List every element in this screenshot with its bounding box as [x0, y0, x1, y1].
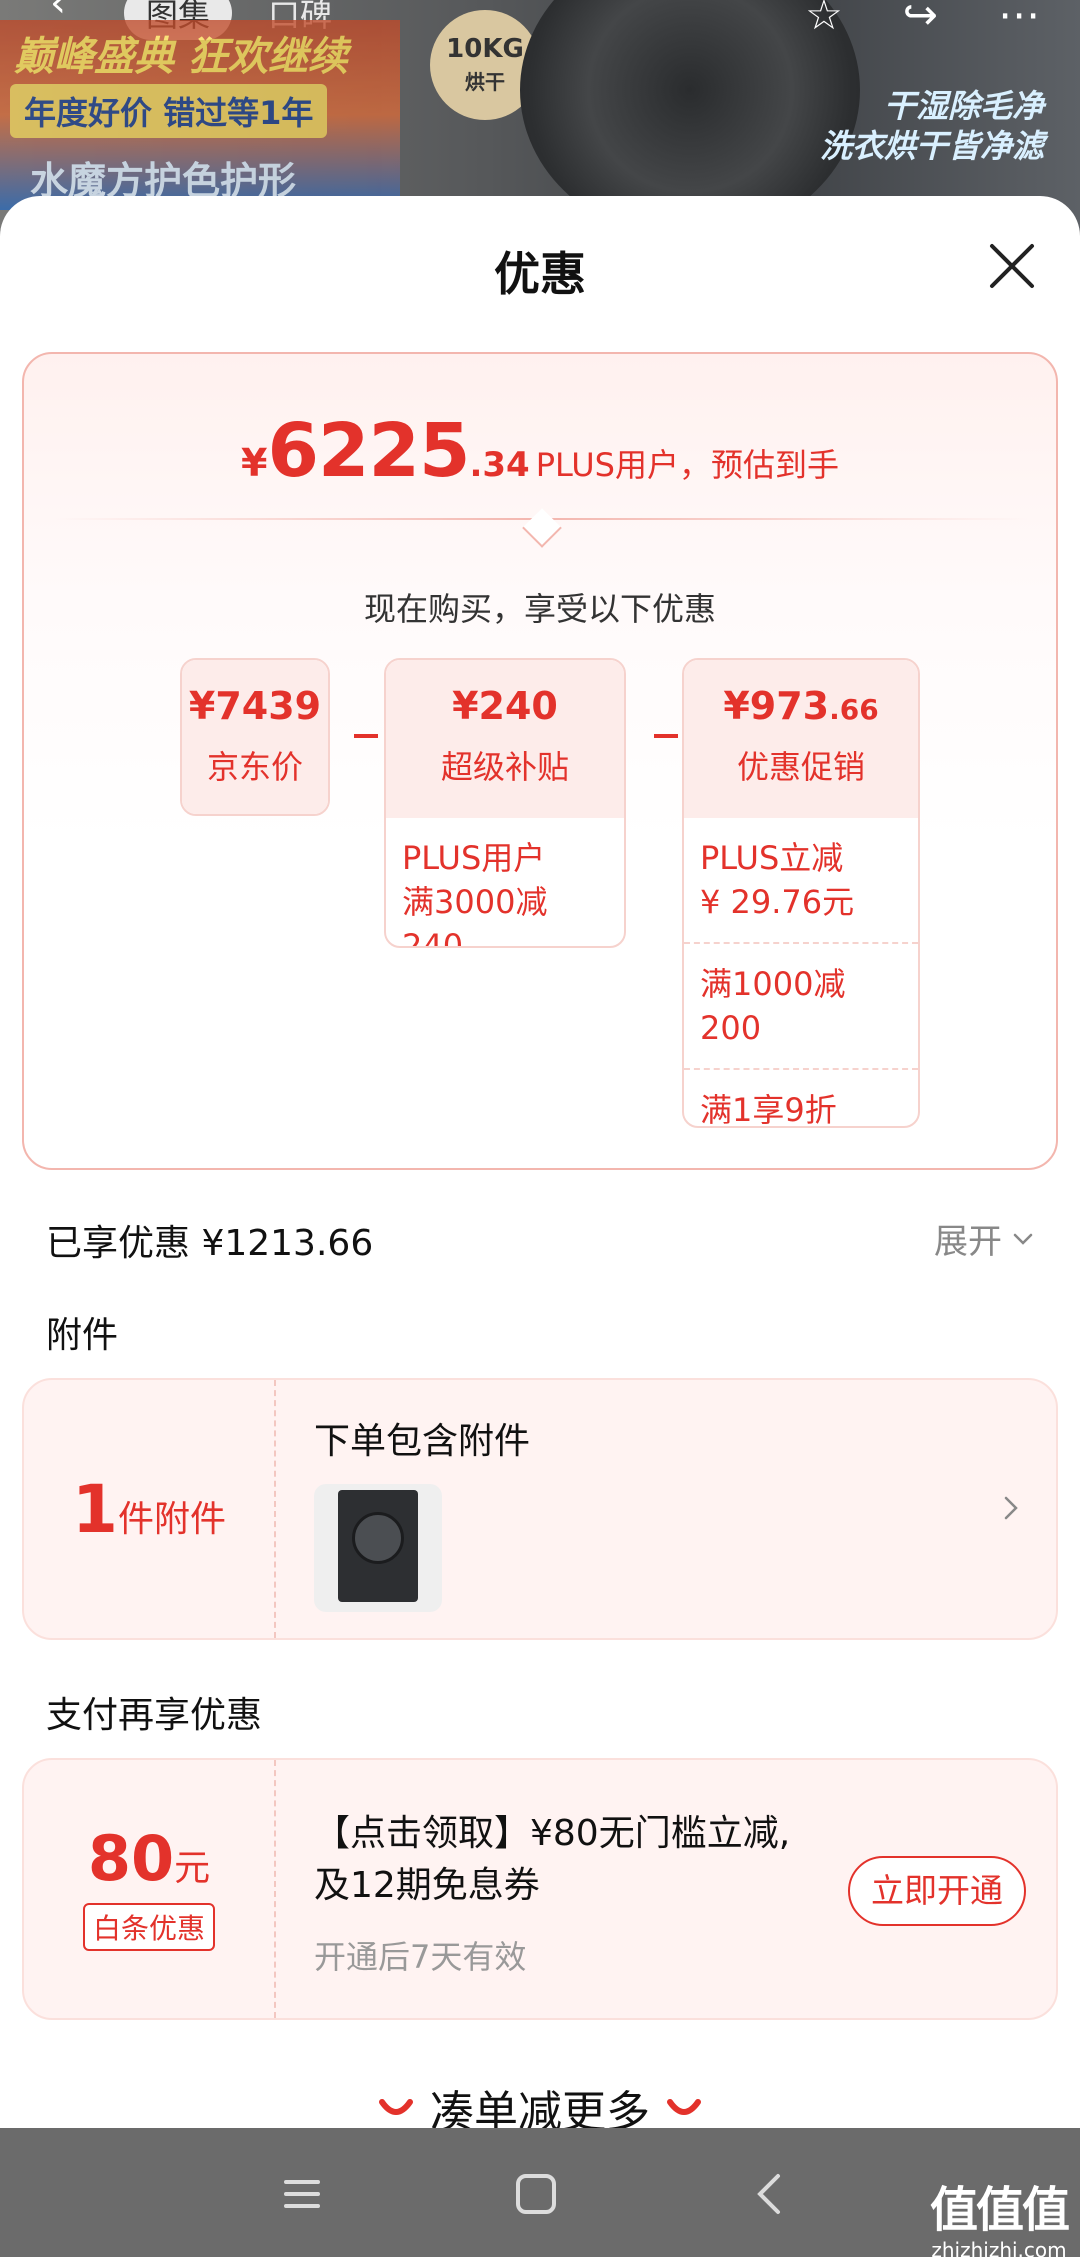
accessory-count-number: 1 [72, 1470, 118, 1548]
promotion-line-3: 满1000减200 [684, 942, 918, 1068]
menu-icon [284, 2180, 320, 2208]
accessory-section-title: 附件 [46, 1315, 119, 1356]
accessory-card[interactable]: 1 件附件 下单包含附件 [22, 1378, 1058, 1640]
chevron-right-icon [1004, 1496, 1018, 1520]
promotion-amount: ¥973.66 [684, 660, 918, 728]
promo-line-2: 年度好价 错过等1年 [10, 84, 328, 138]
discount-sheet: 优惠 ¥6225.34 PLUS用户，预估到手 现在购买，享受以下优惠 ¥7439… [0, 196, 1080, 2128]
promotion-line-2: ¥ 29.76元 [700, 883, 855, 921]
price-decimal: .34 [469, 445, 530, 485]
chevron-down-icon [1013, 1233, 1033, 1245]
promotion-amount-decimal: .66 [829, 693, 879, 726]
watermark-sub: zhizhizhi.com [931, 2238, 1067, 2257]
promo-line-1: 巅峰盛典 狂欢继续 [14, 34, 348, 80]
add-more-label: 凑单减更多 [430, 2087, 650, 2128]
washer-door-image [352, 1512, 404, 1564]
promo-banner: 巅峰盛典 狂欢继续 年度好价 错过等1年 水魔方护色护形 [0, 20, 400, 210]
slogan-line-1: 干湿除毛净 [884, 87, 1045, 125]
jd-price-label: 京东价 [206, 748, 303, 786]
more-icon[interactable]: ⋯ [998, 0, 1040, 39]
subsidy-label: 超级补贴 [440, 748, 569, 786]
subsidy-box: ¥240 超级补贴 PLUS用户 满3000减240 [384, 658, 626, 948]
activate-button[interactable]: 立即开通 [848, 1856, 1026, 1926]
close-button[interactable] [984, 238, 1040, 294]
recent-apps-button[interactable] [272, 2164, 332, 2224]
minus-sign [654, 734, 678, 738]
payment-offer-description: 【点击领取】¥80无门槛立减,及12期免息券 [314, 1813, 791, 1906]
top-action-icons: ☆ ↪ ⋯ [805, 0, 1040, 39]
estimated-price: ¥6225.34 PLUS用户，预估到手 [24, 408, 1056, 494]
payment-offer-validity: 开通后7天有效 [314, 1938, 527, 1976]
watermark-main: 值值值 [929, 2182, 1070, 2238]
subsidy-detail: PLUS用户 满3000减240 [386, 818, 624, 948]
product-slogan: 干湿除毛净 洗衣烘干皆净滤 [820, 86, 1044, 166]
system-navigation-bar [0, 2128, 1080, 2257]
promotion-line-4: 满1享9折 [684, 1068, 918, 1126]
minus-sign [354, 734, 378, 738]
payment-offer-card: 80元 白条优惠 【点击领取】¥80无门槛立减,及12期免息券 开通后7天有效 … [22, 1758, 1058, 2020]
chevron-down-icon [667, 2099, 701, 2115]
price-summary-card: ¥6225.34 PLUS用户，预估到手 现在购买，享受以下优惠 ¥7439 京东… [22, 352, 1058, 1170]
subsidy-line-1: PLUS用户 [402, 839, 546, 877]
promotion-box: ¥973.66 优惠促销 PLUS立减 ¥ 29.76元 满1000减200 满… [682, 658, 920, 1128]
close-icon [990, 244, 1034, 288]
accessory-count: 1 件附件 [24, 1380, 276, 1638]
price-label: PLUS用户，预估到手 [535, 446, 839, 484]
accessory-thumbnail[interactable] [314, 1484, 442, 1612]
promotion-label: 优惠促销 [736, 748, 865, 786]
accessory-count-unit: 件附件 [117, 1499, 226, 1540]
expand-label: 展开 [934, 1222, 1002, 1262]
enjoyed-discount-total: 已享优惠 ¥1213.66 [46, 1223, 374, 1264]
payment-section-title: 支付再享优惠 [46, 1695, 263, 1736]
price-integer: 6225 [267, 408, 470, 494]
sheet-title: 优惠 [494, 247, 586, 301]
star-icon[interactable]: ☆ [805, 0, 843, 39]
watermark-logo: 值值值 zhizhizhi.com [929, 2170, 1070, 2257]
home-button[interactable] [506, 2164, 566, 2224]
subsidy-line-2: 满3000减240 [402, 883, 548, 948]
promotion-line-1: PLUS立减 [700, 839, 844, 877]
share-icon[interactable]: ↪ [903, 0, 938, 39]
back-button[interactable] [740, 2164, 800, 2224]
baitiao-tag: 白条优惠 [82, 1903, 215, 1951]
payment-amount-unit: 元 [174, 1848, 211, 1889]
payment-offer-amount: 80元 白条优惠 [24, 1760, 276, 2018]
buy-hint: 现在购买，享受以下优惠 [363, 590, 716, 628]
expand-button[interactable]: 展开 [934, 1214, 1036, 1263]
back-icon [757, 2174, 780, 2214]
promotion-plus-discount: PLUS立减 ¥ 29.76元 [684, 818, 918, 942]
jd-price-box: ¥7439 京东价 [180, 658, 330, 816]
divider-notch [522, 508, 562, 548]
home-icon [516, 2174, 556, 2214]
promotion-amount-main: ¥973 [723, 684, 830, 728]
add-more-items-link[interactable]: 凑单减更多 [0, 2076, 1080, 2128]
subsidy-amount: ¥240 [452, 684, 558, 728]
payment-amount-number: 80 [87, 1822, 175, 1895]
chevron-down-icon [379, 2099, 413, 2115]
slogan-line-2: 洗衣烘干皆净滤 [820, 127, 1045, 165]
jd-price-amount: ¥7439 [188, 684, 322, 728]
price-currency: ¥ [241, 441, 268, 485]
accessory-title: 下单包含附件 [314, 1421, 531, 1462]
